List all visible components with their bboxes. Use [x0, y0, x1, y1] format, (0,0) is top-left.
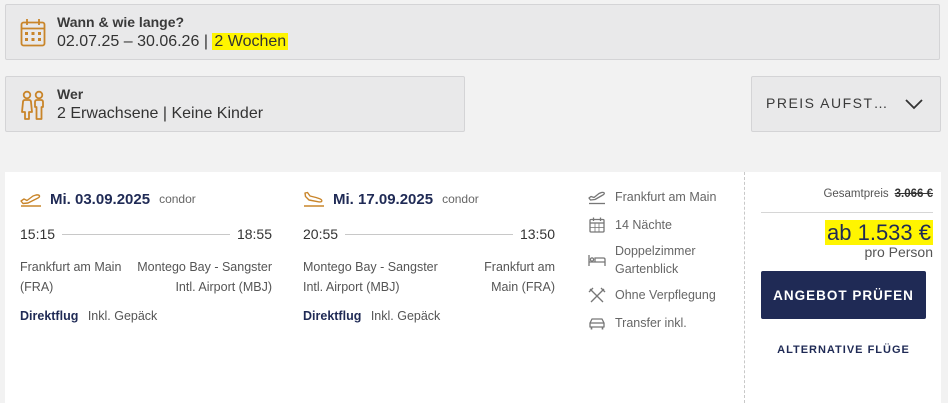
outbound-extras: Direktflug Inkl. Gepäck [20, 309, 157, 323]
price-divider [761, 212, 933, 213]
return-extras: Direktflug Inkl. Gepäck [303, 309, 440, 323]
car-icon [589, 318, 605, 330]
feature-text: Doppelzimmer Gartenblick [615, 244, 696, 276]
return-date: Mi. 17.09.2025 [333, 190, 434, 208]
feature-text: Ohne Verpflegung [615, 288, 716, 302]
feature-board: Ohne Verpflegung [588, 286, 716, 304]
travellers-field[interactable]: Wer 2 Erwachsene | Keine Kinder [5, 76, 465, 132]
feature-transfer: Transfer inkl. [588, 314, 687, 332]
outbound-flight: Mi. 03.09.2025 condor 15:15 18:55 Frankf… [20, 172, 288, 332]
price-panel: Gesamtpreis 3.066 € ab 1.533 € pro Person… [761, 172, 933, 403]
date-field-label: Wann & wie lange? [57, 14, 185, 30]
total-price-value: 3.066 € [894, 188, 933, 200]
return-header: Mi. 17.09.2025 condor [303, 189, 479, 209]
outbound-times: 15:15 18:55 [20, 226, 272, 242]
return-to-airport: Frankfurt am Main (FRA) [484, 260, 555, 294]
check-offer-button[interactable]: ANGEBOT PRÜFEN [761, 271, 926, 319]
return-depart-time: 20:55 [303, 226, 339, 242]
return-flight: Mi. 17.09.2025 condor 20:55 13:50 Monteg… [303, 172, 571, 332]
calendar-icon [20, 19, 46, 47]
sort-dropdown-label: PREIS AUFST… [766, 95, 890, 111]
offer-card: Mi. 03.09.2025 condor 15:15 18:55 Frankf… [5, 172, 941, 403]
return-times: 20:55 13:50 [303, 226, 555, 242]
bed-icon [588, 255, 606, 266]
date-field-value: 02.07.25 – 30.06.26 | 2 Wochen [57, 33, 289, 51]
feature-text: 14 Nächte [615, 218, 672, 232]
return-from-airport: Montego Bay - Sangster Intl. Airport (MB… [303, 260, 438, 294]
return-arrive-time: 13:50 [519, 226, 555, 242]
outbound-to-airport: Montego Bay - Sangster Intl. Airport (MB… [137, 260, 272, 294]
direct-flight-label: Direktflug [303, 309, 362, 323]
outbound-arrive-time: 18:55 [236, 226, 272, 242]
outbound-from-airport: Frankfurt am Main (FRA) [20, 260, 122, 294]
duration-value: 2 Wochen [212, 33, 289, 50]
flight-path-line [345, 234, 513, 235]
travellers-field-value: 2 Erwachsene | Keine Kinder [57, 105, 264, 122]
price-value: ab 1.533 € [825, 220, 933, 245]
travellers-field-label: Wer [57, 86, 84, 102]
outbound-depart-time: 15:15 [20, 226, 56, 242]
return-carrier: condor [442, 192, 479, 206]
alternative-flights-link[interactable]: ALTERNATIVE FLÜGE [761, 344, 926, 356]
plane-takeoff-icon [20, 194, 41, 207]
feature-nights: 14 Nächte [588, 216, 672, 234]
outbound-header: Mi. 03.09.2025 condor [20, 189, 196, 209]
sort-dropdown[interactable]: PREIS AUFST… [751, 76, 941, 132]
date-duration-field[interactable]: Wann & wie lange? 02.07.25 – 30.06.26 | … [5, 4, 940, 60]
separator: | [203, 33, 208, 50]
baggage-label: Inkl. Gepäck [370, 309, 441, 323]
cutlery-icon [588, 287, 606, 303]
direct-flight-label: Direktflug [20, 309, 79, 323]
date-range: 02.07.25 – 30.06.26 [57, 33, 200, 50]
outbound-date: Mi. 03.09.2025 [50, 190, 151, 208]
feature-room: Doppelzimmer Gartenblick [588, 242, 725, 278]
plane-icon [588, 191, 605, 205]
price-unit: pro Person [864, 244, 933, 260]
flight-path-line [62, 234, 230, 235]
feature-text: Frankfurt am Main [615, 190, 717, 204]
card-divider [744, 172, 745, 403]
feature-text: Transfer inkl. [615, 316, 687, 330]
calendar-icon [589, 217, 605, 233]
baggage-label: Inkl. Gepäck [87, 309, 158, 323]
plane-landing-icon [304, 191, 324, 207]
feature-departure: Frankfurt am Main [588, 188, 716, 206]
total-price-label: Gesamtpreis [823, 188, 889, 200]
price-per-person: ab 1.533 € [825, 220, 933, 246]
family-icon [21, 90, 44, 120]
total-price: Gesamtpreis 3.066 € [823, 188, 933, 200]
outbound-carrier: condor [159, 192, 196, 206]
chevron-down-icon [905, 99, 923, 110]
